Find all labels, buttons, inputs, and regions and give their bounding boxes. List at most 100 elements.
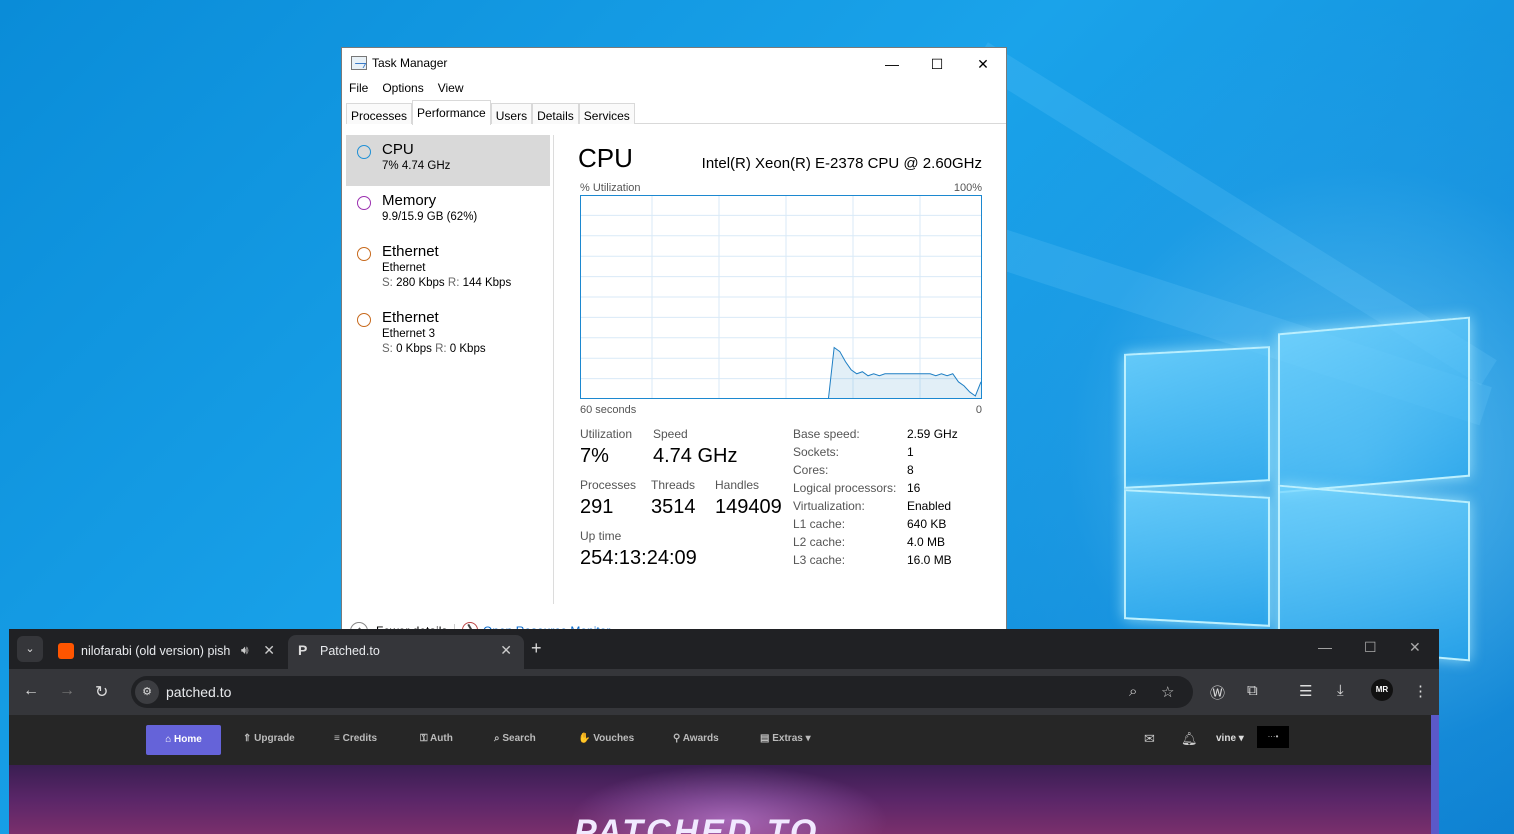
nav-awards[interactable]: ⚲ Awards [673, 733, 719, 744]
credits-icon: ≡ [334, 733, 340, 744]
cpu-indicator-icon [357, 145, 371, 159]
time-end-label: 0 [975, 404, 982, 416]
username: vine [1216, 733, 1237, 744]
tab-search-chevron-icon[interactable]: ⌄ [17, 636, 43, 662]
nav-label: Auth [430, 733, 453, 744]
nav-label: Search [502, 733, 536, 744]
nav-label: Upgrade [254, 733, 295, 744]
menu-options[interactable]: Options [382, 81, 423, 95]
address-bar[interactable]: ⚙ patched.to ⌕ ☆ [131, 676, 1193, 708]
resource-detail: 9.9/15.9 GB (62%) [382, 211, 478, 223]
browser-tab[interactable]: nilofarabi (old version) pish 🔊︎ ✕ [49, 635, 287, 669]
spec-value: Enabled [907, 499, 952, 513]
nav-search[interactable]: ⌕ Search [494, 733, 536, 744]
new-tab-icon[interactable]: + [531, 638, 542, 659]
close-tab-icon[interactable]: ✕ [500, 642, 512, 659]
profile-avatar[interactable]: MR [1371, 679, 1393, 701]
tab-title: nilofarabi (old version) pish [81, 644, 231, 658]
resource-cpu[interactable]: CPU 7% 4.74 GHz [346, 135, 550, 186]
menu-view[interactable]: View [438, 81, 464, 95]
reading-list-icon[interactable]: ☰ [1299, 682, 1312, 700]
nav-label: Credits [342, 733, 378, 744]
spec-value: 8 [907, 463, 914, 477]
tab-processes[interactable]: Processes [346, 103, 413, 124]
forward-icon[interactable]: → [59, 682, 75, 700]
resource-ethernet[interactable]: Ethernet Ethernet S: 280 Kbps R: 144 Kbp… [346, 237, 550, 303]
user-badge[interactable]: ···• [1257, 726, 1289, 748]
nav-vouches[interactable]: ✋ Vouches [578, 733, 634, 744]
hero-logo-text: PATCHED.TO [574, 813, 820, 834]
browser-tab-active[interactable]: P Patched.to ✕ [288, 635, 524, 669]
nav-credits[interactable]: ≡ Credits [334, 733, 377, 744]
resource-ethernet-3[interactable]: Ethernet Ethernet 3 S: 0 Kbps R: 0 Kbps [346, 303, 550, 369]
threads-value: 3514 [651, 496, 696, 518]
zoom-icon[interactable]: ⌕ [1129, 683, 1137, 700]
bookmark-star-icon[interactable]: ☆ [1161, 683, 1174, 701]
handles-label: Handles [715, 478, 760, 492]
title-bar[interactable]: Task Manager — ☐ ✕ [342, 48, 1006, 78]
memory-indicator-icon [357, 196, 371, 210]
handshake-icon: ✋ [578, 733, 591, 744]
spec-label: Cores: [793, 463, 829, 477]
nav-home[interactable]: ⌂ Home [146, 725, 221, 755]
nav-label: Extras [772, 733, 803, 744]
tab-services[interactable]: Services [578, 103, 635, 124]
site-info-icon[interactable]: ⚙ [135, 680, 159, 704]
minimize-icon[interactable]: — [1318, 639, 1332, 655]
performance-panel: CPU 7% 4.74 GHz Memory 9.9/15.9 GB (62%)… [342, 125, 1006, 616]
nav-extras[interactable]: ▤ Extras ▾ [760, 733, 811, 744]
user-menu[interactable]: vine ▾ [1216, 733, 1244, 744]
nav-label: Vouches [593, 733, 635, 744]
resource-memory[interactable]: Memory 9.9/15.9 GB (62%) [346, 186, 550, 237]
maximize-icon[interactable]: ☐ [1364, 639, 1377, 656]
back-icon[interactable]: ← [23, 682, 39, 700]
chevron-down-icon: ▾ [805, 733, 811, 744]
maximize-icon[interactable]: ☐ [915, 52, 959, 76]
ethernet-indicator-icon [357, 247, 371, 261]
nav-label: Awards [682, 733, 719, 744]
resource-list: CPU 7% 4.74 GHz Memory 9.9/15.9 GB (62%)… [346, 135, 550, 369]
tab-details[interactable]: Details [532, 103, 579, 124]
award-icon: ⚲ [673, 733, 681, 744]
window-title: Task Manager [372, 56, 448, 70]
menu-file[interactable]: File [349, 81, 368, 95]
panel-divider [553, 135, 554, 604]
site-navbar: ⌂ Home ⇑ Upgrade ≡ Credits ⚿ Auth ⌕ Sear… [9, 715, 1431, 765]
resource-detail: Ethernet [382, 262, 426, 274]
nav-auth[interactable]: ⚿ Auth [420, 733, 453, 744]
tab-performance[interactable]: Performance [412, 100, 491, 125]
reload-icon[interactable]: ↻ [95, 682, 108, 702]
tab-users[interactable]: Users [490, 103, 533, 124]
browser-window: ⌄ nilofarabi (old version) pish 🔊︎ ✕ P P… [9, 629, 1439, 834]
speaker-icon[interactable]: 🔊︎ [241, 643, 249, 658]
page-scrollbar[interactable] [1431, 715, 1439, 834]
spec-value: 4.0 MB [907, 535, 946, 549]
speed-label: Speed [653, 427, 688, 441]
utilization-axis-label: % Utilization [580, 182, 641, 194]
mail-icon[interactable]: ✉ [1144, 731, 1155, 747]
extensions-puzzle-icon[interactable]: ⧉ [1247, 682, 1258, 699]
cpu-model: Intel(R) Xeon(R) E-2378 CPU @ 2.60GHz [701, 155, 982, 172]
processes-value: 291 [580, 496, 614, 518]
resource-title: Ethernet [382, 309, 439, 326]
spec-value: 16.0 MB [907, 553, 952, 567]
url-text: patched.to [166, 684, 232, 700]
cpu-utilization-graph [580, 195, 982, 399]
nav-upgrade[interactable]: ⇑ Upgrade [243, 733, 295, 744]
windows-logo [1122, 305, 1472, 665]
resource-title: Ethernet [382, 243, 439, 260]
bell-icon[interactable]: 🔔︎ [1181, 731, 1198, 747]
download-icon[interactable]: ⤓ [1337, 682, 1344, 699]
spec-value: 2.59 GHz [907, 427, 958, 441]
spec-value: 1 [907, 445, 914, 459]
handles-value: 149409 [715, 496, 782, 518]
close-tab-icon[interactable]: ✕ [263, 642, 275, 659]
close-icon[interactable]: ✕ [961, 52, 1005, 76]
extension-w-icon[interactable]: Ⓦ [1210, 682, 1225, 703]
spec-label: L2 cache: [793, 535, 846, 549]
extras-icon: ▤ [760, 733, 770, 744]
close-icon[interactable]: ✕ [1409, 639, 1421, 656]
more-menu-icon[interactable]: ⋮ [1413, 682, 1428, 700]
minimize-icon[interactable]: — [870, 52, 914, 76]
menu-bar: File Options View [342, 78, 1006, 98]
